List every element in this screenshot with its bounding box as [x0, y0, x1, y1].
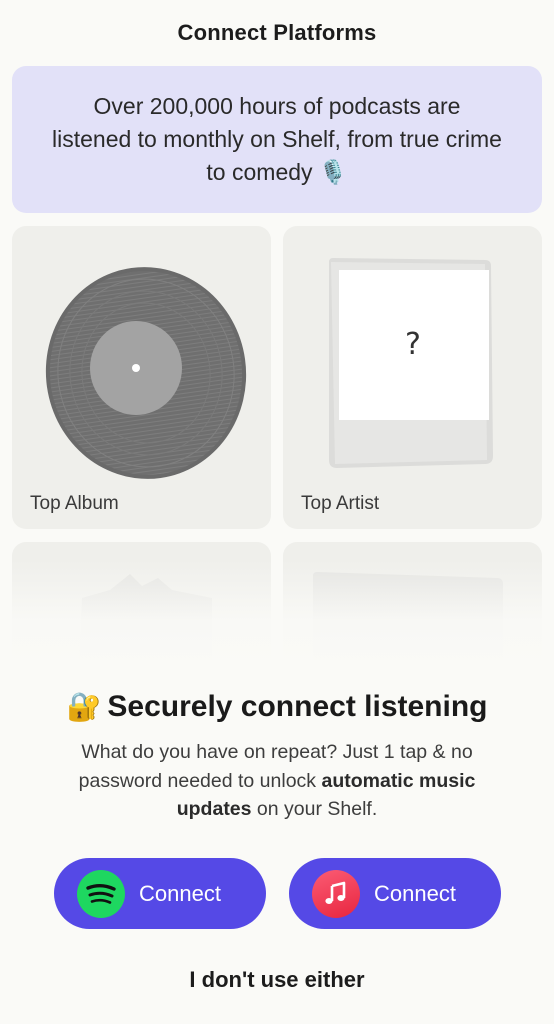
scroll-fade	[0, 560, 554, 670]
connect-description: What do you have on repeat? Just 1 tap &…	[40, 738, 514, 824]
artist-placeholder-mark: ?	[405, 327, 421, 362]
page-title: Connect Platforms	[0, 0, 554, 66]
description-suffix: on your Shelf.	[251, 798, 378, 820]
skip-link[interactable]: I don't use either	[0, 967, 554, 993]
page-title-text: Connect Platforms	[177, 20, 377, 45]
connect-sheet: 🔐 Securely connect listening What do you …	[0, 660, 554, 1024]
top-artist-card[interactable]: ? Top Artist	[283, 226, 542, 529]
banner-text: Over 200,000 hours of podcasts are liste…	[52, 93, 502, 185]
apple-music-icon	[312, 869, 360, 918]
top-album-card[interactable]: Top Album	[12, 226, 271, 529]
connect-spotify-button[interactable]: Connect	[54, 858, 266, 929]
connect-apple-music-button[interactable]: Connect	[289, 858, 501, 929]
connect-title-text: Securely connect listening	[107, 690, 488, 723]
photo-frame-icon: ?	[329, 258, 493, 468]
spotify-icon	[77, 869, 125, 918]
connect-apple-music-label: Connect	[374, 880, 456, 906]
vinyl-record-icon	[45, 267, 247, 479]
connect-spotify-label: Connect	[139, 880, 221, 906]
lock-key-icon: 🔐	[66, 691, 102, 722]
connect-title: 🔐 Securely connect listening	[0, 690, 554, 724]
podcast-info-banner: Over 200,000 hours of podcasts are liste…	[12, 66, 542, 213]
top-album-label: Top Album	[30, 493, 119, 514]
top-artist-label: Top Artist	[301, 493, 380, 514]
